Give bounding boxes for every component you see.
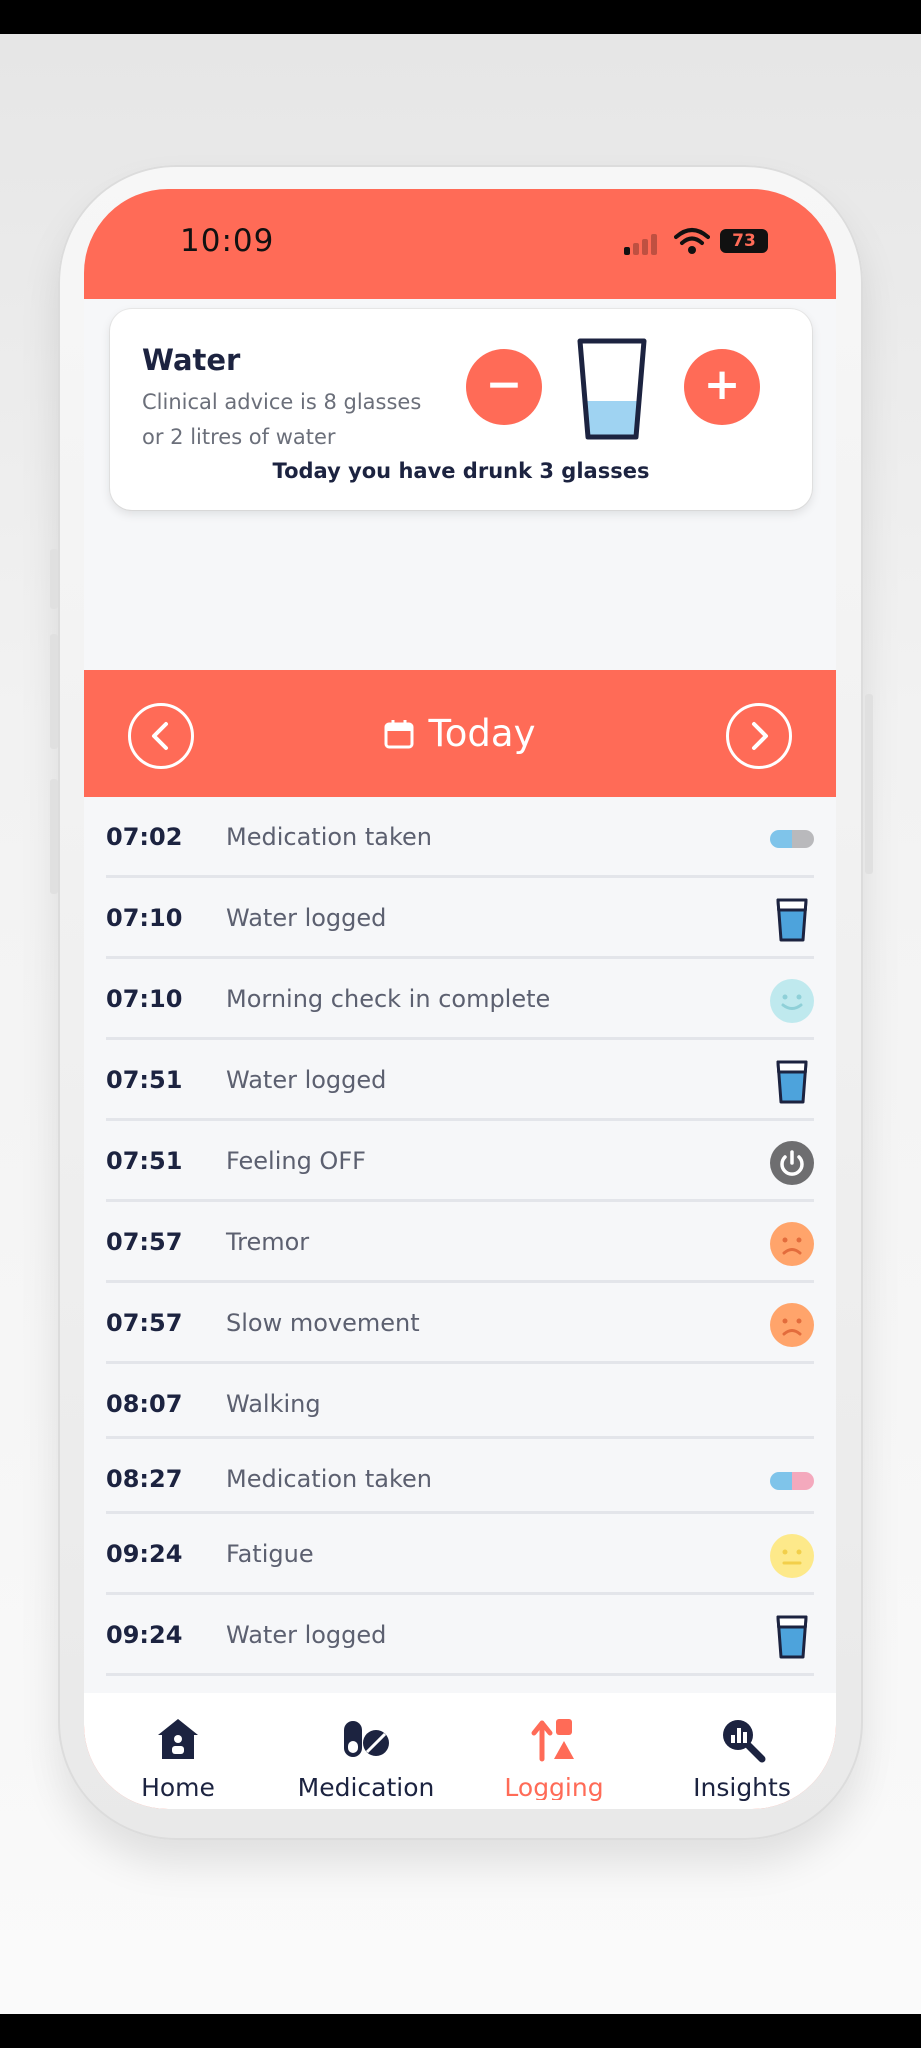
medication-icon	[344, 1721, 389, 1757]
log-time: 09:24	[106, 1540, 183, 1568]
pill-icon	[770, 830, 814, 848]
water-advice: Clinical advice is 8 glasses or 2 litres…	[142, 390, 422, 449]
water-title: Water	[142, 343, 241, 377]
log-row[interactable]: 07:51 Feeling OFF	[106, 1121, 814, 1202]
phone-power-button	[865, 694, 873, 874]
log-label: Medication taken	[226, 1465, 433, 1493]
log-time: 08:27	[106, 1465, 183, 1493]
calendar-icon	[384, 719, 414, 748]
date-navigation: Today	[84, 670, 836, 797]
tab-logging-label: Logging	[504, 1773, 604, 1802]
main-content: Water Clinical advice is 8 glasses or 2 …	[84, 299, 836, 1693]
home-indicator[interactable]	[324, 1800, 594, 1808]
log-row[interactable]: 07:51 Water logged	[106, 1040, 814, 1121]
log-time: 07:10	[106, 985, 183, 1013]
log-row[interactable]: 08:07 Walking	[106, 1364, 814, 1439]
neutral-face-icon	[770, 1534, 814, 1578]
log-time: 07:51	[106, 1066, 183, 1094]
date-label: Today	[428, 712, 536, 755]
log-time: 08:07	[106, 1390, 183, 1418]
log-row[interactable]: 07:02 Medication taken	[106, 797, 814, 878]
log-time: 07:02	[106, 823, 183, 851]
log-time: 07:57	[106, 1309, 183, 1337]
log-time: 07:51	[106, 1147, 183, 1175]
home-icon	[158, 1719, 198, 1759]
water-glass-icon	[776, 898, 808, 942]
log-label: Water logged	[226, 1066, 387, 1094]
smile-face-icon	[770, 979, 814, 1023]
log-row[interactable]: 07:10 Water logged	[106, 878, 814, 959]
pill-icon	[770, 1472, 814, 1490]
logging-icon	[531, 1719, 574, 1762]
phone-volume-up	[50, 634, 58, 749]
sad-face-icon	[770, 1222, 814, 1266]
wifi-icon	[674, 228, 710, 254]
log-row[interactable]: 07:10 Morning check in complete	[106, 959, 814, 1040]
tab-logging[interactable]: Logging	[460, 1693, 648, 1809]
log-time: 09:24	[106, 1621, 183, 1649]
increase-water-button[interactable]: +	[684, 349, 760, 425]
log-label: Slow movement	[226, 1309, 420, 1337]
decrease-water-button[interactable]: −	[466, 349, 542, 425]
log-row[interactable]: 09:24 Fatigue	[106, 1514, 814, 1595]
log-row[interactable]: 08:27 Medication taken	[106, 1439, 814, 1514]
next-day-button[interactable]	[726, 703, 792, 769]
log-time: 07:10	[106, 904, 183, 932]
tab-home[interactable]: Home	[84, 1693, 272, 1809]
chevron-right-icon	[752, 722, 768, 750]
tab-medication-label: Medication	[297, 1773, 435, 1802]
log-label: Water logged	[226, 904, 387, 932]
insights-icon	[723, 1720, 766, 1763]
phone-side-button	[50, 549, 58, 609]
phone-volume-down	[50, 779, 58, 894]
activity-log-list: 07:02 Medication taken 07:10 Water logged 07…	[106, 797, 814, 1676]
log-label: Water logged	[226, 1621, 387, 1649]
log-row[interactable]: 09:24 Water logged	[106, 1595, 814, 1676]
log-label: Medication taken	[226, 823, 433, 851]
log-label: Feeling OFF	[226, 1147, 366, 1175]
water-summary: Today you have drunk 3 glasses	[272, 459, 650, 483]
tab-medication[interactable]: Medication	[272, 1693, 460, 1809]
sad-face-icon	[770, 1303, 814, 1347]
water-card: Water Clinical advice is 8 glasses or 2 …	[110, 309, 812, 510]
tab-insights[interactable]: Insights	[648, 1693, 836, 1809]
tab-home-label: Home	[141, 1773, 215, 1802]
power-icon	[770, 1141, 814, 1185]
log-label: Fatigue	[226, 1540, 314, 1568]
app-screen: 10:09 73 Water Clinical advice is 8 glas…	[84, 189, 836, 1809]
log-row[interactable]: 07:57 Slow movement	[106, 1283, 814, 1364]
log-time: 07:57	[106, 1228, 183, 1256]
status-bar: 10:09 73	[84, 189, 836, 299]
signal-icon	[624, 233, 664, 255]
log-label: Walking	[226, 1390, 321, 1418]
battery-icon: 73	[720, 229, 768, 253]
water-glass-icon	[776, 1060, 808, 1104]
water-glass-icon	[577, 338, 647, 440]
log-label: Tremor	[226, 1228, 310, 1256]
tab-insights-label: Insights	[693, 1773, 791, 1802]
log-row[interactable]: 07:57 Tremor	[106, 1202, 814, 1283]
log-label: Morning check in complete	[226, 985, 551, 1013]
water-glass-icon	[776, 1615, 808, 1659]
bottom-tab-bar: Home Medication Logging Insights	[84, 1693, 836, 1809]
status-time: 10:09	[180, 223, 275, 259]
